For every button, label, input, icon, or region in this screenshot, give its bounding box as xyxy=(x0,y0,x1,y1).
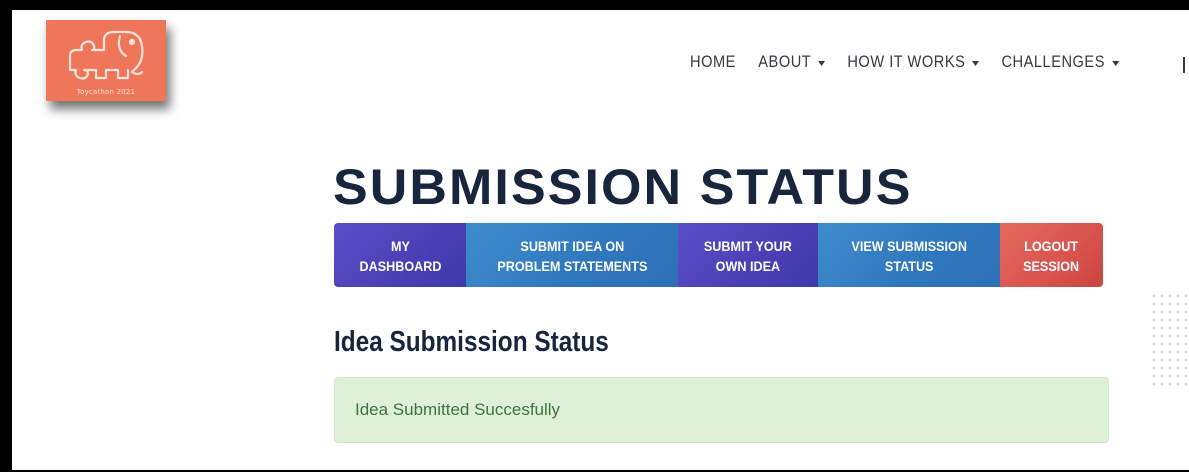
logout-session-button[interactable]: LOGOUT SESSION xyxy=(1000,223,1103,287)
success-alert: Idea Submitted Succesfully xyxy=(334,377,1109,443)
nav-label: CHALLENGES xyxy=(1001,52,1105,71)
button-label: VIEW SUBMISSION STATUS xyxy=(851,238,967,274)
my-dashboard-button[interactable]: MY DASHBOARD xyxy=(334,223,466,287)
nav-label: ABOUT xyxy=(758,52,812,71)
page-title: SUBMISSION STATUS xyxy=(333,159,913,215)
button-label: SUBMIT IDEA ON PROBLEM STATEMENTS xyxy=(496,238,648,274)
caret-down-icon xyxy=(818,60,825,66)
view-submission-status-button[interactable]: VIEW SUBMISSION STATUS xyxy=(818,223,1000,287)
section-heading: Idea Submission Status xyxy=(334,326,609,358)
caret-down-icon xyxy=(972,60,980,66)
logo-text: Toycathon 2021 xyxy=(76,88,136,96)
site-logo[interactable]: Toycathon 2021 xyxy=(46,20,166,101)
nav-item-home[interactable]: HOME xyxy=(690,52,736,72)
main-nav: HOME ABOUT HOW IT WORKS CHALLENGES xyxy=(690,52,1141,72)
elephant-puzzle-icon xyxy=(68,30,144,80)
submit-own-idea-button[interactable]: SUBMIT YOUR OWN IDEA xyxy=(678,223,818,287)
browser-frame: Toycathon 2021 HOME ABOUT HOW IT WORKS C… xyxy=(12,10,1189,470)
nav-item-challenges[interactable]: CHALLENGES xyxy=(1001,52,1119,72)
alert-message: Idea Submitted Succesfully xyxy=(355,400,561,419)
caret-down-icon xyxy=(1111,60,1119,66)
button-label: SUBMIT YOUR OWN IDEA xyxy=(704,238,792,274)
nav-item-about[interactable]: ABOUT xyxy=(758,52,825,72)
dotted-decoration xyxy=(1150,292,1189,388)
nav-label: HOW IT WORKS xyxy=(847,52,966,71)
nav-item-how-it-works[interactable]: HOW IT WORKS xyxy=(847,52,980,72)
dashboard-button-bar: MY DASHBOARD SUBMIT IDEA ON PROBLEM STAT… xyxy=(334,223,1103,287)
submit-idea-problem-statements-button[interactable]: SUBMIT IDEA ON PROBLEM STATEMENTS xyxy=(466,223,678,287)
button-label: LOGOUT SESSION xyxy=(1023,238,1080,274)
nav-item-truncated[interactable] xyxy=(1183,57,1185,73)
button-label: MY DASHBOARD xyxy=(359,238,441,274)
nav-label: HOME xyxy=(690,52,736,71)
